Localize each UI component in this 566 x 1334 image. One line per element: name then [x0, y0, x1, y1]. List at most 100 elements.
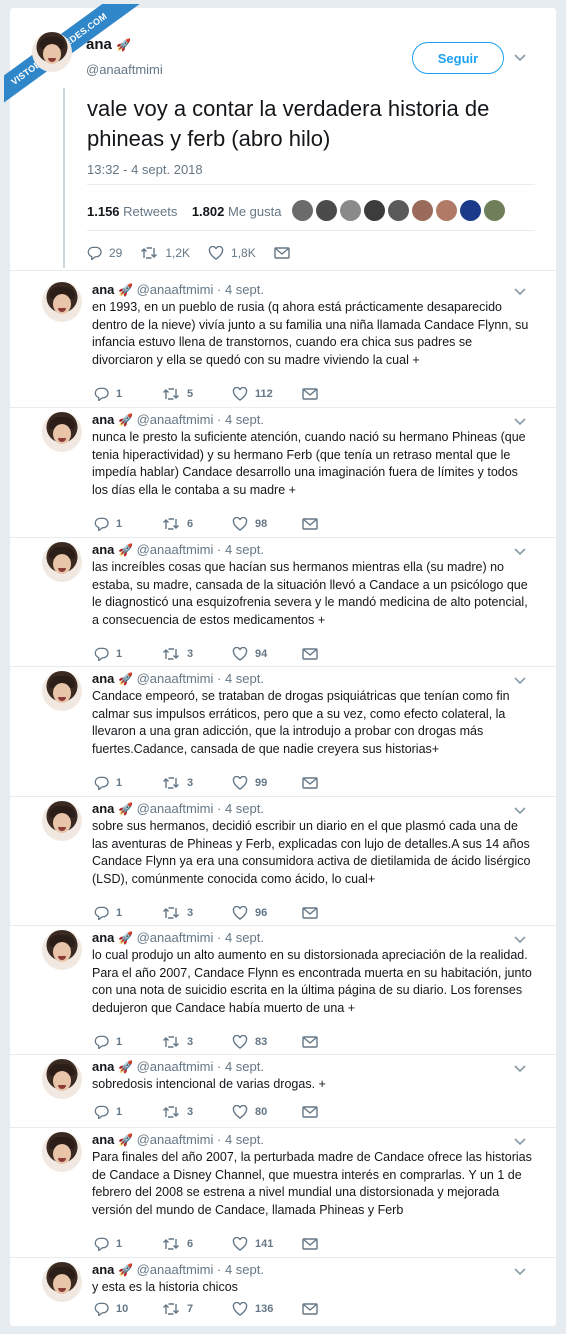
author-name[interactable]: ana [92, 671, 114, 686]
avatar[interactable] [42, 412, 82, 452]
liker-avatar[interactable] [484, 200, 505, 221]
reply-tweet[interactable]: ana 🚀 @anaaftmimi · 4 sept. sobredosis i… [10, 1059, 556, 1132]
direct-message-button[interactable] [302, 1036, 318, 1048]
author-handle[interactable]: @anaaftmimi [86, 62, 163, 77]
like-button[interactable]: 98 [232, 517, 302, 531]
like-button[interactable]: 99 [232, 776, 302, 790]
liker-avatar[interactable] [364, 200, 385, 221]
retweet-button[interactable]: 3 [162, 1105, 232, 1119]
retweet-button[interactable]: 3 [162, 647, 232, 661]
avatar[interactable] [42, 801, 82, 841]
like-button[interactable]: 1,8K [208, 246, 256, 260]
chevron-down-icon[interactable] [514, 288, 526, 296]
author-name[interactable]: ana [92, 282, 114, 297]
retweet-button[interactable]: 6 [162, 1237, 232, 1251]
retweets-label[interactable]: Retweets [123, 204, 177, 219]
chevron-down-icon[interactable] [514, 548, 526, 556]
author-handle[interactable]: @anaaftmimi [137, 801, 214, 816]
liker-avatar[interactable] [388, 200, 409, 221]
reply-tweet[interactable]: ana 🚀 @anaaftmimi · 4 sept. y esta es la… [10, 1262, 556, 1326]
chevron-down-icon[interactable] [514, 54, 526, 62]
liker-avatar[interactable] [460, 200, 481, 221]
avatar[interactable] [42, 542, 82, 582]
like-button[interactable]: 136 [232, 1302, 302, 1316]
reply-date[interactable]: 4 sept. [225, 542, 264, 557]
reply-button[interactable]: 1 [94, 1035, 162, 1049]
reply-date[interactable]: 4 sept. [225, 1059, 264, 1074]
reply-tweet[interactable]: ana 🚀 @anaaftmimi · 4 sept. Candace empe… [10, 671, 556, 801]
reply-button[interactable]: 1 [94, 387, 162, 401]
retweet-button[interactable]: 7 [162, 1302, 232, 1316]
reply-date[interactable]: 4 sept. [225, 412, 264, 427]
reply-date[interactable]: 4 sept. [225, 671, 264, 686]
author-handle[interactable]: @anaaftmimi [137, 930, 214, 945]
avatar[interactable] [42, 282, 82, 322]
author-handle[interactable]: @anaaftmimi [137, 1262, 214, 1277]
reply-button[interactable]: 1 [94, 1105, 162, 1119]
direct-message-button[interactable] [302, 648, 318, 660]
avatar[interactable] [42, 1132, 82, 1172]
reply-tweet[interactable]: ana 🚀 @anaaftmimi · 4 sept. Para finales… [10, 1132, 556, 1262]
author-handle[interactable]: @anaaftmimi [137, 671, 214, 686]
like-button[interactable]: 96 [232, 906, 302, 920]
reply-button[interactable]: 10 [94, 1302, 162, 1316]
chevron-down-icon[interactable] [514, 807, 526, 815]
follow-button[interactable]: Seguir [412, 42, 504, 74]
like-button[interactable]: 112 [232, 387, 302, 401]
retweets-count[interactable]: 1.156 [87, 204, 120, 219]
chevron-down-icon[interactable] [514, 1065, 526, 1073]
retweet-button[interactable]: 1,2K [140, 246, 190, 260]
direct-message-button[interactable] [302, 777, 318, 789]
tweet-timestamp[interactable]: 13:32 - 4 sept. 2018 [87, 162, 203, 177]
reply-button[interactable]: 1 [94, 776, 162, 790]
reply-tweet[interactable]: ana 🚀 @anaaftmimi · 4 sept. nunca le pre… [10, 412, 556, 542]
direct-message-button[interactable] [302, 1106, 318, 1118]
reply-tweet[interactable]: ana 🚀 @anaaftmimi · 4 sept. lo cual prod… [10, 930, 556, 1059]
chevron-down-icon[interactable] [514, 1268, 526, 1276]
direct-message-button[interactable] [302, 388, 318, 400]
chevron-down-icon[interactable] [514, 1138, 526, 1146]
avatar[interactable] [42, 1262, 82, 1302]
liker-avatar[interactable] [436, 200, 457, 221]
author-handle[interactable]: @anaaftmimi [137, 1059, 214, 1074]
retweet-button[interactable]: 5 [162, 387, 232, 401]
chevron-down-icon[interactable] [514, 677, 526, 685]
direct-message-button[interactable] [302, 1303, 318, 1315]
author-name[interactable]: ana [92, 1059, 114, 1074]
author-name[interactable]: ana [92, 542, 114, 557]
author-name[interactable]: ana [92, 801, 114, 816]
reply-tweet[interactable]: ana 🚀 @anaaftmimi · 4 sept. sobre sus he… [10, 801, 556, 930]
liker-avatar[interactable] [292, 200, 313, 221]
chevron-down-icon[interactable] [514, 936, 526, 944]
reply-date[interactable]: 4 sept. [225, 801, 264, 816]
reply-button[interactable]: 1 [94, 647, 162, 661]
author-name[interactable]: ana [92, 930, 114, 945]
retweet-button[interactable]: 3 [162, 776, 232, 790]
chevron-down-icon[interactable] [514, 418, 526, 426]
direct-message-button[interactable] [302, 518, 318, 530]
reply-tweet[interactable]: ana 🚀 @anaaftmimi · 4 sept. en 1993, en … [10, 282, 556, 412]
reply-button[interactable]: 1 [94, 517, 162, 531]
reply-date[interactable]: 4 sept. [225, 1132, 264, 1147]
direct-message-button[interactable] [274, 247, 290, 259]
reply-button[interactable]: 1 [94, 1237, 162, 1251]
author-name[interactable]: ana [92, 1132, 114, 1147]
like-button[interactable]: 80 [232, 1105, 302, 1119]
direct-message-button[interactable] [302, 1238, 318, 1250]
author-name-text[interactable]: ana [86, 36, 112, 53]
reply-button[interactable]: 29 [87, 246, 122, 260]
author-name[interactable]: ana 🚀 [86, 36, 131, 53]
author-handle[interactable]: @anaaftmimi [137, 282, 214, 297]
likes-label[interactable]: Me gusta [228, 204, 281, 219]
avatar[interactable] [42, 1059, 82, 1099]
author-handle[interactable]: @anaaftmimi [137, 542, 214, 557]
reply-date[interactable]: 4 sept. [225, 282, 264, 297]
avatar[interactable] [32, 32, 72, 72]
likes-count[interactable]: 1.802 [192, 204, 225, 219]
retweet-button[interactable]: 6 [162, 517, 232, 531]
like-button[interactable]: 83 [232, 1035, 302, 1049]
retweet-button[interactable]: 3 [162, 906, 232, 920]
reply-date[interactable]: 4 sept. [225, 930, 264, 945]
direct-message-button[interactable] [302, 907, 318, 919]
reply-date[interactable]: 4 sept. [225, 1262, 264, 1277]
